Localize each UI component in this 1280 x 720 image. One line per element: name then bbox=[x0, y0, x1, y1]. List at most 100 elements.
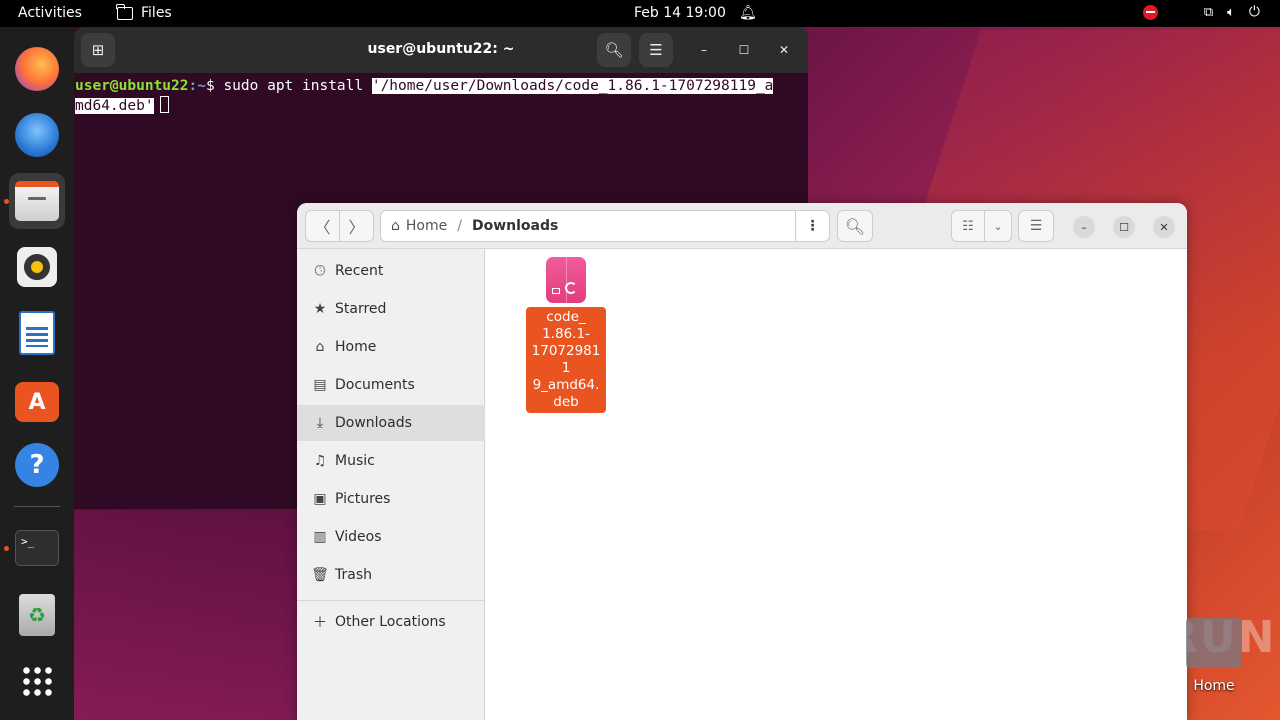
rhythmbox-icon bbox=[17, 247, 57, 287]
download-icon: ⤓ bbox=[316, 415, 324, 431]
maximize-button[interactable]: ☐ bbox=[734, 40, 754, 60]
trash-icon: 🗑︎ bbox=[311, 567, 329, 583]
terminal-output[interactable]: user@ubuntu22:~$ sudo apt install '/home… bbox=[74, 73, 808, 120]
top-bar: Activities Files Feb 14 19:00 🔔︎ ⧉ 🔈︎ ⏻ bbox=[0, 0, 1280, 27]
app-menu[interactable]: Files bbox=[116, 3, 172, 21]
close-button[interactable]: ✕ bbox=[1153, 216, 1175, 238]
sidebar-item-label: Home bbox=[335, 339, 377, 355]
star-icon: ★ bbox=[313, 301, 327, 317]
sidebar-item-home[interactable]: ⌂ Home bbox=[297, 329, 485, 365]
search-icon: 🔍︎ bbox=[844, 216, 866, 236]
search-button[interactable]: 🔍︎ bbox=[597, 33, 631, 67]
path-menu-button[interactable]: ⋮ bbox=[795, 211, 829, 241]
sidebar-item-music[interactable]: ♫ Music bbox=[297, 443, 485, 479]
sidebar-item-label: Pictures bbox=[335, 491, 391, 507]
picture-icon: ▣ bbox=[313, 491, 327, 507]
sidebar-item-documents[interactable]: ▤ Documents bbox=[297, 367, 485, 403]
prompt-user: user@ubuntu22 bbox=[75, 78, 189, 94]
document-icon: ▤ bbox=[313, 377, 327, 393]
sidebar-item-label: Videos bbox=[335, 529, 382, 545]
sidebar-item-label: Documents bbox=[335, 377, 415, 393]
view-list-button[interactable]: ☷ bbox=[951, 210, 985, 242]
sidebar-item-recent[interactable]: 🕓︎ Recent bbox=[297, 253, 485, 289]
search-icon: 🔍︎ bbox=[604, 41, 624, 59]
cursor bbox=[159, 96, 169, 113]
terminal-titlebar[interactable]: ⊞ user@ubuntu22: ~ 🔍︎ ☰ – ☐ ✕ bbox=[74, 27, 808, 73]
chevron-down-icon: ⌄ bbox=[993, 219, 1003, 233]
dock-firefox[interactable] bbox=[9, 41, 65, 97]
bell-icon: 🔔︎ bbox=[739, 5, 757, 21]
dock-trash[interactable]: ♻ bbox=[9, 587, 65, 643]
activities-button[interactable]: Activities bbox=[18, 5, 82, 21]
dock-files[interactable] bbox=[9, 173, 65, 229]
deb-package-icon bbox=[546, 257, 586, 303]
sidebar-item-label: Other Locations bbox=[335, 614, 446, 630]
system-tray[interactable]: ⧉ 🔈︎ ⏻ bbox=[1142, 4, 1260, 20]
sidebar-item-label: Starred bbox=[335, 301, 387, 317]
clock[interactable]: Feb 14 19:00 bbox=[634, 5, 726, 21]
back-button[interactable]: 〈 bbox=[305, 210, 340, 242]
sidebar-item-label: Music bbox=[335, 453, 375, 469]
path-bar[interactable]: ⌂ Home / Downloads ⋮ bbox=[380, 210, 830, 242]
wallpaper-shape bbox=[74, 510, 334, 720]
main-menu-button[interactable]: ☰ bbox=[1018, 210, 1054, 242]
list-view-icon: ☷ bbox=[962, 218, 974, 234]
hamburger-icon: ☰ bbox=[649, 41, 663, 59]
files-headerbar[interactable]: 〈 〉 ⌂ Home / Downloads ⋮ 🔍︎ ☷ ⌄ ☰ – ☐ ✕ bbox=[297, 203, 1187, 249]
search-button[interactable]: 🔍︎ bbox=[837, 210, 873, 242]
prompt-symbol: $ bbox=[205, 78, 224, 94]
maximize-button[interactable]: ☐ bbox=[1113, 216, 1135, 238]
desktop-home-label: Home bbox=[1193, 678, 1235, 694]
sidebar-item-label: Downloads bbox=[335, 415, 412, 431]
dock-show-apps[interactable] bbox=[9, 653, 65, 709]
grid-icon bbox=[21, 665, 53, 697]
dock-rhythmbox[interactable] bbox=[9, 239, 65, 295]
menu-button[interactable]: ☰ bbox=[639, 33, 673, 67]
hamburger-icon: ☰ bbox=[1029, 218, 1043, 234]
dock-help[interactable]: ? bbox=[9, 437, 65, 493]
plus-icon: ＋ bbox=[313, 615, 327, 631]
forward-button[interactable]: 〉 bbox=[339, 210, 374, 242]
command-text: sudo apt install bbox=[223, 78, 372, 94]
sidebar-item-starred[interactable]: ★ Starred bbox=[297, 291, 485, 327]
path-current[interactable]: Downloads bbox=[472, 218, 558, 234]
home-icon: ⌂ bbox=[391, 218, 400, 234]
do-not-disturb-icon bbox=[1142, 4, 1158, 20]
sidebar-item-other-locations[interactable]: ＋ Other Locations bbox=[297, 604, 485, 640]
minimize-button[interactable]: – bbox=[694, 40, 714, 60]
minimize-button[interactable]: – bbox=[1073, 216, 1095, 238]
path-separator: / bbox=[457, 218, 462, 234]
close-button[interactable]: ✕ bbox=[774, 40, 794, 60]
sidebar-item-pictures[interactable]: ▣ Pictures bbox=[297, 481, 485, 517]
dock-thunderbird[interactable] bbox=[9, 107, 65, 163]
writer-icon bbox=[19, 311, 55, 355]
dock-terminal[interactable]: >_ bbox=[9, 520, 65, 576]
sidebar-item-label: Recent bbox=[335, 263, 384, 279]
places-sidebar: 🕓︎ Recent ★ Starred ⌂ Home ▤ Documents ⤓ Down… bbox=[297, 249, 485, 720]
command-argument-cont: md64.deb' bbox=[75, 98, 154, 114]
sidebar-item-downloads[interactable]: ⤓ Downloads bbox=[297, 405, 485, 441]
chevron-right-icon: 〉 bbox=[348, 218, 365, 237]
sidebar-item-label: Trash bbox=[335, 567, 372, 583]
sidebar-divider bbox=[297, 600, 485, 601]
software-icon: A bbox=[15, 382, 59, 422]
path-home[interactable]: ⌂ Home bbox=[381, 218, 447, 234]
file-item[interactable]: code_ 1.86.1- 170729811 9_amd64. deb bbox=[526, 257, 606, 413]
chevron-left-icon: 〈 bbox=[314, 218, 331, 237]
video-icon: ▥ bbox=[313, 529, 327, 545]
dock-ubuntu-software[interactable]: A bbox=[9, 371, 65, 427]
dock: A ? >_ ♻ bbox=[0, 27, 74, 720]
view-options-button[interactable]: ⌄ bbox=[984, 210, 1012, 242]
prompt-path: :~ bbox=[188, 78, 206, 94]
thunderbird-icon bbox=[15, 113, 59, 157]
firefox-icon bbox=[15, 47, 59, 91]
file-name: code_ 1.86.1- 170729811 9_amd64. deb bbox=[526, 307, 606, 413]
network-icon: ⧉ bbox=[1203, 4, 1214, 20]
music-icon: ♫ bbox=[313, 453, 327, 469]
sidebar-item-trash[interactable]: 🗑︎ Trash bbox=[297, 557, 485, 593]
terminal-icon: >_ bbox=[15, 530, 59, 566]
dock-libreoffice-writer[interactable] bbox=[9, 305, 65, 361]
desktop-home-icon[interactable] bbox=[1186, 618, 1242, 668]
sidebar-item-videos[interactable]: ▥ Videos bbox=[297, 519, 485, 555]
path-home-label: Home bbox=[405, 218, 448, 234]
